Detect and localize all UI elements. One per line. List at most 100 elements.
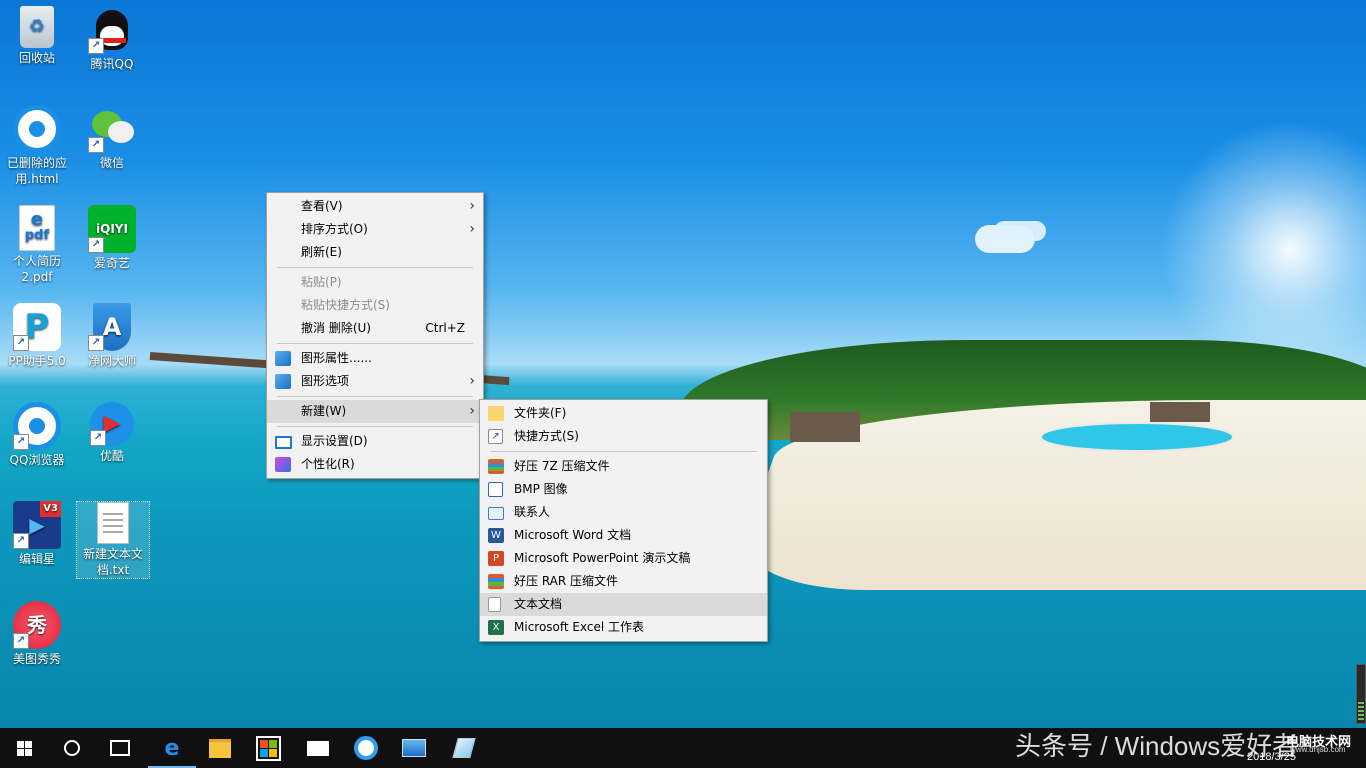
taskbar-edge[interactable]: e [148,728,196,768]
menu-item-sort[interactable]: 排序方式(O) › [267,218,483,241]
menu-item-paste: 粘贴(P) [267,271,483,294]
submenu-item-folder[interactable]: 文件夹(F) [480,402,767,425]
search-button[interactable] [48,728,96,768]
menu-item-label: 粘贴(P) [301,275,342,289]
iqiyi-icon: iQIYI ↗ [88,205,136,253]
shortcut-arrow-icon: ↗ [13,633,29,649]
menu-item-label: 文件夹(F) [514,406,567,420]
menu-item-label: 联系人 [514,505,551,519]
shortcut-arrow-icon: ↗ [13,335,29,351]
shield-glyph: A [102,313,122,341]
menu-item-label: 刷新(E) [301,245,342,259]
iqiyi-glyph: iQIYI [96,222,128,236]
edge-icon: e [164,735,180,761]
menu-item-display-settings[interactable]: 显示设置(D) [267,430,483,453]
pp-glyph: P [24,307,50,347]
desktop-context-menu: 查看(V) › 排序方式(O) › 刷新(E) 粘贴(P) 粘贴快捷方式(S) … [266,192,484,479]
desktop-icon-label: 爱奇艺 [93,256,130,270]
desktop-icon-wechat[interactable]: ↗ 微信 [76,105,148,171]
submenu-item-powerpoint[interactable]: P Microsoft PowerPoint 演示文稿 [480,547,767,570]
taskbar-mail[interactable] [294,728,342,768]
submenu-item-excel[interactable]: X Microsoft Excel 工作表 [480,616,767,639]
desktop-wallpaper[interactable]: ♻ 回收站 已删除的应用.html e pdf 个人简历2.pdf P ↗ PP… [0,0,1366,728]
chevron-right-icon: › [469,198,475,214]
submenu-item-word[interactable]: W Microsoft Word 文档 [480,524,767,547]
menu-item-graphics-properties[interactable]: 图形属性...... [267,347,483,370]
submenu-item-shortcut[interactable]: ↗ 快捷方式(S) [480,425,767,448]
shortcut-arrow-icon: ↗ [90,430,106,446]
menu-separator [277,396,473,397]
control-panel-icon [402,739,426,757]
desktop-icon-youku[interactable]: ▶ ↗ 优酷 [76,402,148,464]
desktop-icon-recycle-bin[interactable]: ♻ 回收站 [1,6,73,66]
taskbar-control-panel[interactable] [390,728,438,768]
volume-meter [1356,664,1366,724]
powerpoint-doc-icon: P [488,551,504,566]
menu-item-label: 撤消 删除(U) [301,321,371,335]
desktop-icon-new-text-file[interactable]: 新建文本文档.txt [76,501,150,579]
menu-item-undo-delete[interactable]: 撤消 删除(U) Ctrl+Z [267,317,483,340]
monitor-icon [275,436,292,449]
taskbar-file-explorer[interactable] [196,728,244,768]
pdf-file-icon: e pdf [19,205,55,251]
desktop-icon-jingwang[interactable]: A ↗ 净网大师 [76,303,148,369]
taskbar-notepad[interactable] [440,728,488,768]
shortcut-arrow-icon: ↗ [88,237,104,253]
task-view-button[interactable] [96,728,144,768]
desktop-icon-deleted-apps[interactable]: 已删除的应用.html [1,105,73,187]
desktop-icon-qq[interactable]: ↗ 腾讯QQ [76,6,148,72]
taskbar-date[interactable]: 2018/3/25 [1247,751,1296,763]
menu-item-graphics-options[interactable]: 图形选项 › [267,370,483,393]
menu-item-label: 好压 RAR 压缩文件 [514,574,619,588]
menu-item-view[interactable]: 查看(V) › [267,195,483,218]
menu-item-label: 文本文档 [514,597,563,611]
submenu-item-7z[interactable]: 好压 7Z 压缩文件 [480,455,767,478]
menu-item-paste-shortcut: 粘贴快捷方式(S) [267,294,483,317]
desktop-icon-label: 新建文本文档.txt [82,547,143,577]
desktop-icon-iqiyi[interactable]: iQIYI ↗ 爱奇艺 [76,205,148,271]
menu-item-label: BMP 图像 [514,482,568,496]
image-file-icon [488,482,503,497]
qq-browser-icon [354,736,378,760]
chevron-right-icon: › [469,403,475,419]
submenu-item-text-document[interactable]: 文本文档 [480,593,767,616]
desktop-icon-label: 优酷 [99,449,124,463]
menu-item-label: 粘贴快捷方式(S) [301,298,390,312]
recycle-bin-icon: ♻ [20,6,54,48]
site-url-watermark: www.dnjsb.com [1290,745,1346,754]
text-file-icon [488,597,501,612]
desktop-icon-meitu[interactable]: 秀 ↗ 美图秀秀 [1,601,73,667]
intel-graphics-icon [275,374,291,389]
menu-item-label: 图形选项 [301,374,350,388]
shortcut-arrow-icon: ↗ [13,533,29,549]
personalize-icon [275,457,291,472]
cloud [975,225,1035,253]
taskbar-store[interactable] [244,728,292,768]
start-button[interactable] [0,728,48,768]
taskbar-qq-browser[interactable] [342,728,390,768]
submenu-item-contact[interactable]: 联系人 [480,501,767,524]
contact-card-icon [488,507,504,520]
shield-icon: A ↗ [88,303,131,351]
menu-item-label: 个性化(R) [301,457,355,471]
desktop-icon-label: 微信 [99,156,124,170]
menu-separator [277,343,473,344]
submenu-item-bmp[interactable]: BMP 图像 [480,478,767,501]
chevron-right-icon: › [469,221,475,237]
word-doc-icon: W [488,528,504,543]
submenu-item-rar[interactable]: 好压 RAR 压缩文件 [480,570,767,593]
desktop-icon-pp-assistant[interactable]: P ↗ PP助手5.0 [1,303,73,369]
new-submenu: 文件夹(F) ↗ 快捷方式(S) 好压 7Z 压缩文件 BMP 图像 联系人 W… [479,399,768,642]
menu-item-refresh[interactable]: 刷新(E) [267,241,483,264]
archive-icon [488,459,504,474]
desktop-icon-label: 回收站 [18,51,55,65]
menu-item-new[interactable]: 新建(W) › [267,400,483,423]
shortcut-arrow-icon: ↗ [13,434,29,450]
youku-icon: ▶ ↗ [90,402,134,446]
desktop-icon-resume-pdf[interactable]: e pdf 个人简历2.pdf [1,205,73,285]
menu-item-personalize[interactable]: 个性化(R) [267,453,483,476]
desktop-icon-label: 已删除的应用.html [6,156,67,186]
swimming-pool [1040,422,1234,452]
desktop-icon-qq-browser[interactable]: ↗ QQ浏览器 [1,402,73,468]
desktop-icon-video-editor[interactable]: ▶ V3 ↗ 编辑星 [1,501,73,567]
